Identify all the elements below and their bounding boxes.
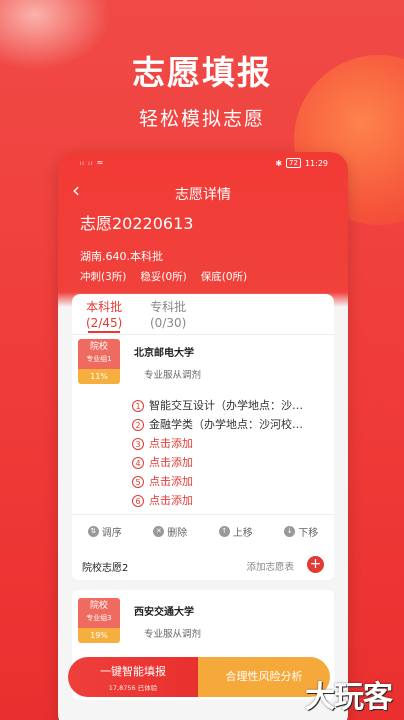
action-label: 删除 bbox=[167, 527, 188, 539]
page-title: 志愿详情 bbox=[175, 187, 231, 203]
major-text: 点击添加 bbox=[149, 474, 193, 488]
sort-icon: ⇅ bbox=[87, 525, 99, 537]
badge-group: 专业组3 bbox=[86, 614, 112, 622]
adjust-option: 专业服从调剂 bbox=[144, 370, 202, 381]
battery-icon: 72 bbox=[286, 158, 301, 168]
status-bar: ᵢₗ ᵢₗ ≈ ✱ 72 11:29 bbox=[58, 152, 348, 174]
batch-tabs: 本科批 (2/45) 专科批 (0/30) bbox=[72, 294, 334, 335]
major-item[interactable]: 1 智能交互设计（办学地点：沙… bbox=[132, 396, 303, 415]
major-number: 3 bbox=[132, 437, 144, 450]
plus-icon[interactable]: + bbox=[307, 556, 324, 573]
school-name[interactable]: 北京邮电大学 bbox=[134, 344, 194, 359]
major-text: 智能交互设计（办学地点：沙… bbox=[149, 398, 303, 412]
school-badge: 院校 专业组1 11% bbox=[78, 339, 120, 384]
delete-button[interactable]: ✕ 删除 bbox=[153, 524, 187, 539]
school-badge: 院校 专业组3 19% bbox=[78, 598, 120, 643]
action-label: 下移 bbox=[298, 527, 319, 539]
promo-canvas: 志愿填报 轻松模拟志愿 ᵢₗ ᵢₗ ≈ ✱ 72 11:29 ‹ 志愿详情 志愿… bbox=[0, 0, 404, 720]
admit-probability: 19% bbox=[78, 628, 120, 643]
count-safe: 保底(0所) bbox=[200, 271, 248, 283]
smart-fill-count: 17,8756 已体验 bbox=[108, 684, 158, 692]
major-number: 1 bbox=[132, 399, 144, 412]
arrow-up-icon: ↑ bbox=[218, 525, 230, 537]
tab-count: (2/45) bbox=[86, 316, 123, 330]
count-rush: 冲刺(3所) bbox=[80, 271, 127, 283]
tab-count: (0/30) bbox=[150, 316, 187, 330]
badge-group: 专业组1 bbox=[86, 355, 112, 363]
major-text: 点击添加 bbox=[149, 436, 193, 450]
watermark-logo: 大玩客 bbox=[305, 680, 393, 715]
tab-vocational[interactable]: 专科批 (0/30) bbox=[150, 299, 186, 331]
badge-label: 院校 bbox=[89, 342, 108, 352]
add-to-list-label[interactable]: 添加志愿表 bbox=[246, 559, 294, 573]
school-slot-2: 院校志愿2 添加志愿表 + bbox=[72, 550, 334, 580]
plan-counts: 冲刺(3所) 稳妥(0所) 保底(0所) bbox=[80, 269, 247, 284]
volunteer-card: 本科批 (2/45) 专科批 (0/30) 院校 专业组1 11% 北京邮电大学… bbox=[72, 294, 334, 559]
major-number: 5 bbox=[132, 475, 144, 488]
adjust-option: 专业服从调剂 bbox=[144, 629, 202, 640]
count-stable: 稳妥(0所) bbox=[140, 271, 187, 283]
major-list: 1 智能交互设计（办学地点：沙… 2 金融学类（办学地点：沙河校… 3 点击添加 4点… bbox=[132, 396, 303, 510]
slot-label: 院校志愿2 bbox=[82, 563, 129, 574]
major-text: 金融学类（办学地点：沙河校… bbox=[149, 417, 303, 431]
major-number: 6 bbox=[132, 494, 144, 507]
reorder-button[interactable]: ⇅ 调序 bbox=[87, 524, 122, 539]
school-name[interactable]: 西安交通大学 bbox=[134, 603, 194, 618]
add-major-button[interactable]: 3 点击添加 bbox=[132, 434, 303, 453]
action-label: 上移 bbox=[232, 527, 253, 539]
add-major-button[interactable]: 6 点击添加 bbox=[132, 491, 303, 510]
status-time: 11:29 bbox=[304, 158, 328, 168]
plan-meta: 湖南.640.本科批 bbox=[80, 250, 163, 263]
bluetooth-icon: ✱ bbox=[275, 158, 283, 168]
major-text: 点击添加 bbox=[149, 455, 193, 469]
promo-headline: 志愿填报 bbox=[132, 53, 272, 92]
move-up-button[interactable]: ↑ 上移 bbox=[218, 524, 253, 539]
status-right: ✱ 72 11:29 bbox=[275, 158, 328, 168]
tab-label: 本科批 bbox=[86, 300, 123, 314]
entry-actions: ⇅ 调序 ✕ 删除 ↑ 上移 ↓ 下移 bbox=[72, 518, 334, 544]
arrow-down-icon: ↓ bbox=[284, 525, 296, 537]
move-down-button[interactable]: ↓ 下移 bbox=[284, 524, 318, 539]
major-number: 2 bbox=[132, 418, 144, 431]
bottom-action-bar: 一键智能填报 17,8756 已体验 合理性风险分析 bbox=[68, 657, 330, 697]
major-text: 点击添加 bbox=[149, 493, 193, 507]
add-major-button[interactable]: 5 点击添加 bbox=[132, 472, 303, 491]
admit-probability: 11% bbox=[78, 369, 120, 384]
major-number: 4 bbox=[132, 456, 144, 469]
smart-fill-button[interactable]: 一键智能填报 17,8756 已体验 bbox=[68, 657, 198, 697]
signal-icons: ᵢₗ ᵢₗ ≈ bbox=[80, 158, 105, 167]
tab-undergraduate[interactable]: 本科批 (2/45) bbox=[86, 299, 122, 331]
badge-label: 院校 bbox=[89, 601, 108, 611]
plan-name: 志愿20220613 bbox=[80, 214, 194, 233]
trash-icon: ✕ bbox=[153, 525, 165, 537]
phone-screen: ᵢₗ ᵢₗ ≈ ✱ 72 11:29 ‹ 志愿详情 志愿20220613 湖南.… bbox=[58, 152, 348, 720]
add-major-button[interactable]: 4 点击添加 bbox=[132, 453, 303, 472]
promo-subline: 轻松模拟志愿 bbox=[138, 108, 265, 130]
divider bbox=[72, 514, 334, 515]
smart-fill-label: 一键智能填报 bbox=[100, 665, 166, 678]
tab-label: 专科批 bbox=[150, 300, 187, 314]
action-label: 调序 bbox=[101, 527, 122, 539]
major-item[interactable]: 2 金融学类（办学地点：沙河校… bbox=[132, 415, 303, 434]
tab-indicator bbox=[88, 331, 120, 333]
